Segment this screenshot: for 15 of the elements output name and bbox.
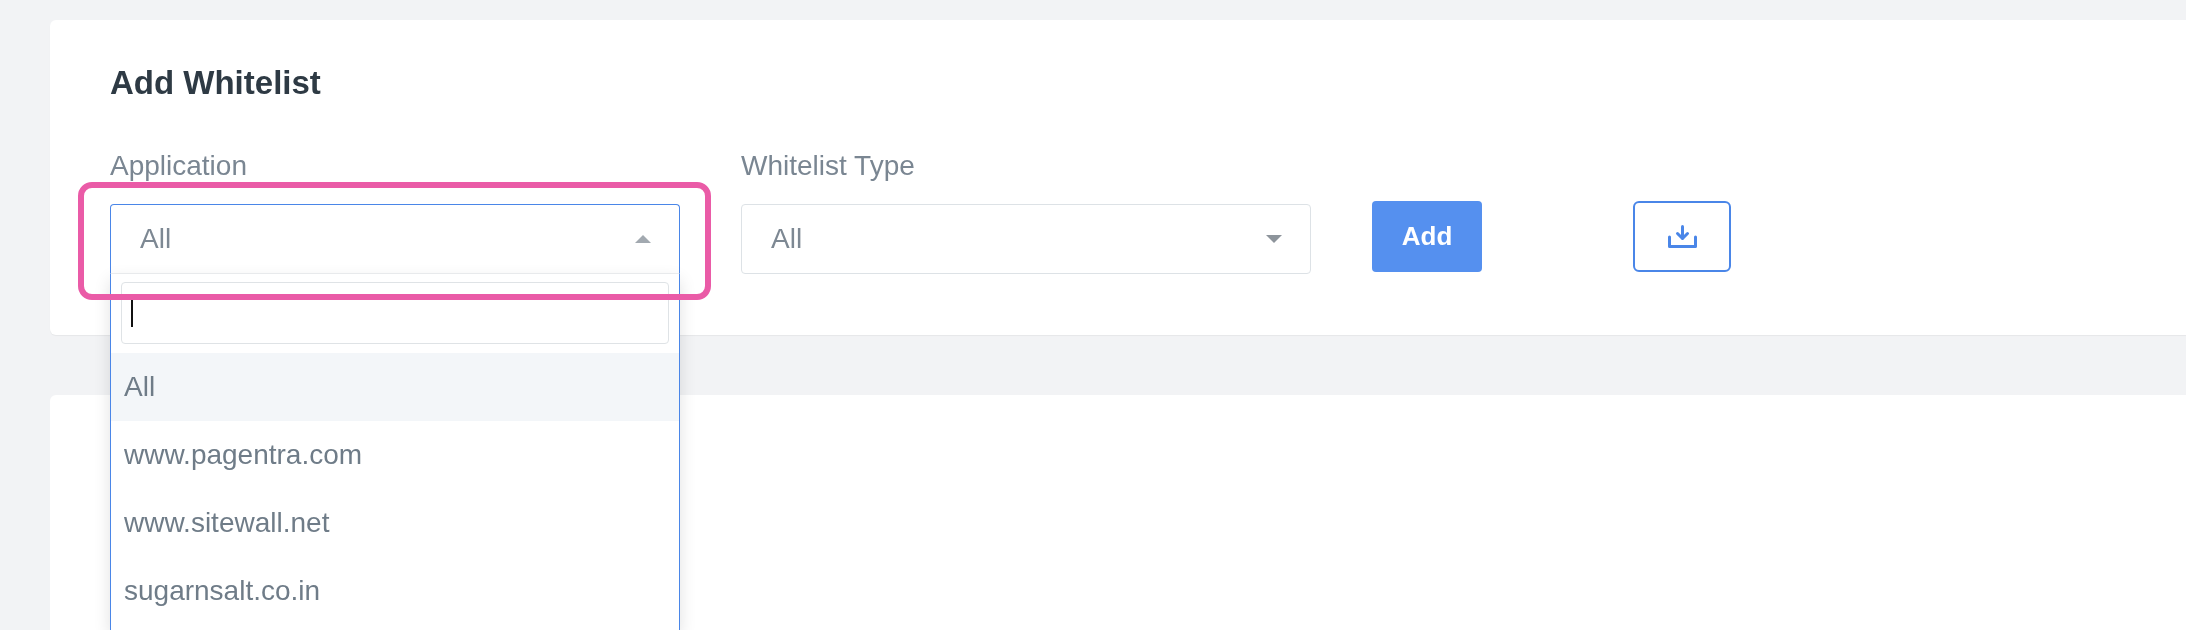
form-title: Add Whitelist [110, 63, 321, 103]
add-button[interactable]: Add [1372, 201, 1482, 272]
caret-up-icon [635, 235, 651, 243]
dropdown-option[interactable]: All [111, 353, 679, 421]
field-label: Application [110, 151, 247, 181]
dropdown-select[interactable]: All [110, 204, 680, 274]
dropdown-option[interactable]: www.sitewall.net [111, 489, 679, 557]
caret-down-icon [1266, 235, 1282, 243]
dropdown-option[interactable]: sugarnsalt.co.in [111, 557, 679, 625]
download-button[interactable] [1633, 201, 1731, 272]
dropdown-option[interactable]: www.pagentra.com [111, 421, 679, 489]
download-icon [1667, 225, 1697, 248]
field-label: Whitelist Type [741, 151, 915, 181]
search-field[interactable] [121, 282, 669, 344]
dropdown-select[interactable]: All [741, 204, 1311, 274]
